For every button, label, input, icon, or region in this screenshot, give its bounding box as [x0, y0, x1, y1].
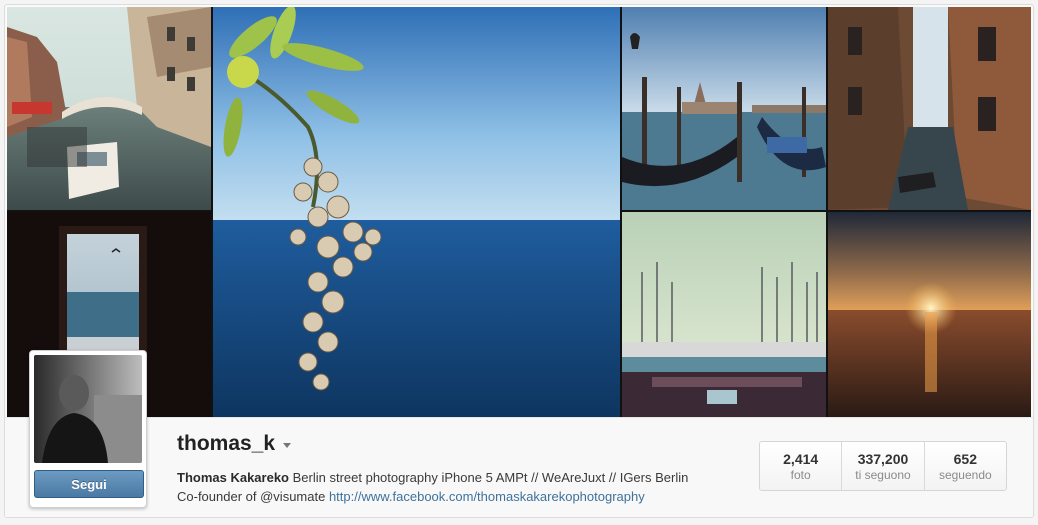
profile-bio: Thomas Kakareko Berlin street photograph…	[177, 468, 737, 506]
photo-tile-sunset-over-sea[interactable]	[828, 212, 1031, 417]
username: thomas_k	[177, 432, 276, 455]
stat-posts-value: 2,414	[783, 450, 819, 467]
chevron-down-icon[interactable]	[283, 442, 292, 448]
photo-mosaic	[7, 7, 1031, 417]
photo-blossom-branch-sea	[213, 7, 620, 417]
bio-text: Berlin street photography iPhone 5 AMPt …	[289, 470, 689, 485]
bio-line-1: Thomas Kakareko Berlin street photograph…	[177, 468, 737, 487]
photo-tile-venice-canal-bridge[interactable]	[7, 7, 211, 210]
avatar-card: Segui	[29, 350, 147, 508]
stat-following-value: 652	[953, 450, 977, 467]
follow-button[interactable]: Segui	[34, 470, 144, 498]
photo-marina-sailboats	[622, 212, 826, 417]
stat-following-label: seguendo	[938, 467, 992, 482]
stat-followers[interactable]: 337,200 ti seguono	[841, 442, 923, 490]
stat-posts-label: foto	[790, 467, 811, 482]
profile-header-card: thomas_k Thomas Kakareko Berlin street p…	[4, 4, 1034, 518]
stat-followers-value: 337,200	[857, 450, 909, 467]
bio-cofounder-text: Co-founder of @visumate	[177, 489, 329, 504]
page-background: thomas_k Thomas Kakareko Berlin street p…	[0, 0, 1038, 525]
stat-posts[interactable]: 2,414 foto	[760, 442, 841, 490]
stat-followers-label: ti seguono	[855, 467, 911, 482]
username-row: thomas_k	[177, 432, 292, 456]
photo-gondolas-san-giorgio	[622, 7, 826, 210]
photo-tile-venice-narrow-canal[interactable]	[828, 7, 1031, 210]
photo-tile-gondolas-san-giorgio[interactable]	[622, 7, 826, 210]
stat-following[interactable]: 652 seguendo	[923, 442, 1006, 490]
avatar[interactable]	[34, 355, 142, 463]
avatar-photo	[34, 355, 142, 463]
full-name: Thomas Kakareko	[177, 470, 289, 485]
photo-tile-blossom-branch-sea[interactable]	[213, 7, 620, 417]
photo-tile-marina-sailboats[interactable]	[622, 212, 826, 417]
photo-venice-narrow-canal	[828, 7, 1031, 210]
website-link[interactable]: http://www.facebook.com/thomaskakarekoph…	[329, 489, 645, 504]
bio-line-2: Co-founder of @visumate http://www.faceb…	[177, 487, 737, 506]
profile-stats: 2,414 foto 337,200 ti seguono 652 seguen…	[759, 441, 1007, 491]
photo-sunset-over-sea	[828, 212, 1031, 417]
photo-venice-canal-bridge	[7, 7, 211, 210]
